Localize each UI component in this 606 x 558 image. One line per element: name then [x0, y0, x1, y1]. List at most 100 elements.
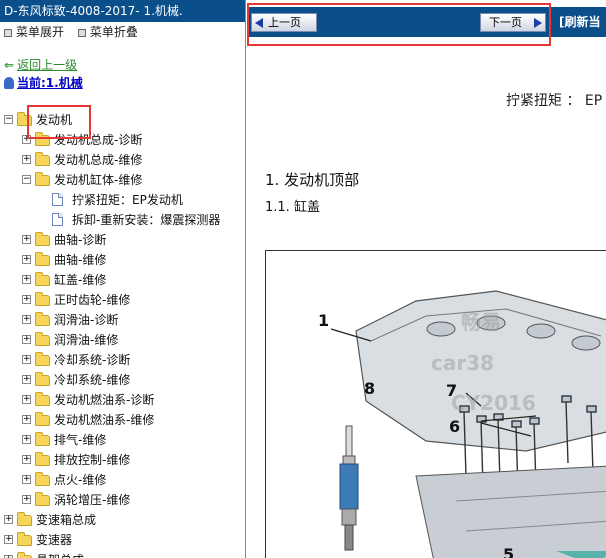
expand-node-icon[interactable]: +: [22, 255, 31, 264]
tree-item-folder[interactable]: + 发动机燃油系-诊断: [0, 390, 245, 410]
tree-item-folder[interactable]: + 润滑油-诊断: [0, 310, 245, 330]
callout-label: 6: [449, 417, 461, 436]
tree-item-label: 曲轴-诊断: [54, 233, 107, 247]
section-heading: 1. 发动机顶部: [265, 171, 360, 189]
tree-item-label: 排气-维修: [54, 433, 107, 447]
tree-item-label: 润滑油-诊断: [54, 313, 119, 327]
tree-item-label: 发动机燃油系-维修: [54, 413, 155, 427]
tree-item-folder[interactable]: − 发动机缸体-维修: [0, 170, 245, 190]
folder-icon: [35, 332, 50, 346]
tree-item-folder[interactable]: + 缸盖-维修: [0, 270, 245, 290]
cylinder-head-illustration: [330, 290, 606, 558]
folder-icon: [35, 172, 50, 186]
folder-icon: [35, 472, 50, 486]
back-arrow-icon: ⇐: [4, 58, 15, 72]
current-link[interactable]: 当前:1.机械: [17, 76, 83, 90]
tree-item-folder[interactable]: − 发动机: [0, 110, 245, 130]
tree-item-folder[interactable]: + 曲轴-诊断: [0, 230, 245, 250]
menu-bar: 菜单展开 菜单折叠: [0, 22, 245, 42]
folder-icon: [35, 372, 50, 386]
watermark-text: car38: [431, 351, 495, 375]
expand-node-icon[interactable]: +: [22, 235, 31, 244]
menu-collapse-button[interactable]: 菜单折叠: [90, 25, 138, 39]
tree-item-document[interactable]: 拆卸-重新安装：爆震探测器: [0, 210, 245, 230]
expand-node-icon[interactable]: +: [22, 295, 31, 304]
tree-item-label: 变速箱总成: [36, 513, 97, 527]
tree-item-folder[interactable]: + 发动机燃油系-维修: [0, 410, 245, 430]
expand-icon: [4, 29, 12, 37]
tree-item-folder[interactable]: + 排放控制-维修: [0, 450, 245, 470]
expand-node-icon[interactable]: +: [22, 415, 31, 424]
tree-item-label: 发动机: [36, 113, 73, 127]
expand-node-icon[interactable]: +: [22, 395, 31, 404]
expand-node-icon[interactable]: +: [22, 315, 31, 324]
tree-item-label: 冷却系统-诊断: [54, 353, 131, 367]
tree-item-folder[interactable]: + 变速器: [0, 530, 245, 550]
tree-item-folder[interactable]: + 涡轮增压-维修: [0, 490, 245, 510]
tree-item-document[interactable]: 拧紧扭矩：EP发动机: [0, 190, 245, 210]
expand-node-icon[interactable]: +: [22, 375, 31, 384]
next-page-button[interactable]: 下一页: [480, 13, 546, 32]
refresh-link[interactable]: [刷新当: [559, 7, 601, 37]
document-icon: [52, 193, 63, 206]
tree-item-folder[interactable]: + 曲轴-维修: [0, 250, 245, 270]
watermark-text: CY2016: [451, 391, 536, 415]
expand-node-icon[interactable]: +: [22, 475, 31, 484]
tree-item-label: 发动机燃油系-诊断: [54, 393, 155, 407]
folder-icon: [35, 412, 50, 426]
prev-page-label: 上一页: [268, 16, 301, 29]
tree-item-label: 点火-维修: [54, 473, 107, 487]
tree-item-folder[interactable]: +悬架总成: [0, 550, 245, 558]
collapse-node-icon[interactable]: −: [4, 115, 13, 124]
collapse-icon: [77, 29, 86, 37]
manual-title-bar: D-东风标致-4008-2017- 1.机械.: [0, 0, 245, 22]
nav-links: ⇐ 返回上一级 当前:1.机械: [0, 56, 245, 92]
tree-item-folder[interactable]: + 发动机总成-维修: [0, 150, 245, 170]
tree-item-folder[interactable]: + 冷却系统-维修: [0, 370, 245, 390]
tree-item-label: 冷却系统-维修: [54, 373, 131, 387]
folder-icon: [17, 112, 32, 126]
expand-node-icon[interactable]: +: [22, 355, 31, 364]
tree-item-label: 拧紧扭矩：EP发动机: [72, 193, 183, 207]
expand-node-icon[interactable]: +: [22, 335, 31, 344]
expand-node-icon[interactable]: +: [22, 135, 31, 144]
tree-item-label: 悬架总成: [36, 550, 84, 558]
tree-item-folder[interactable]: + 变速箱总成: [0, 510, 245, 530]
next-page-label: 下一页: [489, 16, 522, 29]
back-link[interactable]: 返回上一级: [17, 58, 77, 72]
content-pane: 上一页 下一页 [刷新当 拧紧扭矩 ： EP 1. 发动机顶部 1.1. 缸盖: [247, 0, 606, 558]
folder-icon: [35, 432, 50, 446]
tree-item-label: 变速器: [36, 533, 73, 547]
subsection-heading: 1.1. 缸盖: [265, 200, 320, 215]
tree-item-label: 拆卸-重新安装：爆震探测器: [72, 213, 221, 227]
expand-node-icon[interactable]: +: [4, 515, 13, 524]
folder-icon: [35, 272, 50, 286]
menu-expand-button[interactable]: 菜单展开: [16, 25, 64, 39]
collapse-node-icon[interactable]: −: [22, 175, 31, 184]
expand-node-icon[interactable]: +: [22, 435, 31, 444]
tree-item-folder[interactable]: + 冷却系统-诊断: [0, 350, 245, 370]
tree-item-folder[interactable]: + 点火-维修: [0, 470, 245, 490]
expand-node-icon[interactable]: +: [22, 275, 31, 284]
current-location: 当前:1.机械: [4, 74, 245, 92]
tree-item-folder[interactable]: + 排气-维修: [0, 430, 245, 450]
folder-icon: [35, 452, 50, 466]
right-arrow-icon: [534, 18, 542, 28]
engine-diagram: 1 8 7 6 5 畅易 car38 CY2016: [265, 250, 606, 558]
expand-node-icon[interactable]: +: [22, 455, 31, 464]
expand-node-icon[interactable]: +: [22, 155, 31, 164]
tree-item-label: 正时齿轮-维修: [54, 293, 131, 307]
tree-item-folder[interactable]: + 润滑油-维修: [0, 330, 245, 350]
expand-node-icon[interactable]: +: [22, 495, 31, 504]
folder-icon: [35, 132, 50, 146]
tree-item-label: 排放控制-维修: [54, 453, 131, 467]
tree-item-label: 润滑油-维修: [54, 333, 119, 347]
folder-icon: [35, 312, 50, 326]
prev-page-button[interactable]: 上一页: [251, 13, 317, 32]
tree-item-folder[interactable]: + 发动机总成-诊断: [0, 130, 245, 150]
spark-plug-illustration: [339, 425, 359, 551]
expand-node-icon[interactable]: +: [4, 535, 13, 544]
tree-item-folder[interactable]: + 正时齿轮-维修: [0, 290, 245, 310]
folder-icon: [35, 152, 50, 166]
navigation-pane: D-东风标致-4008-2017- 1.机械. 菜单展开 菜单折叠 ⇐ 返回上一级…: [0, 0, 246, 558]
